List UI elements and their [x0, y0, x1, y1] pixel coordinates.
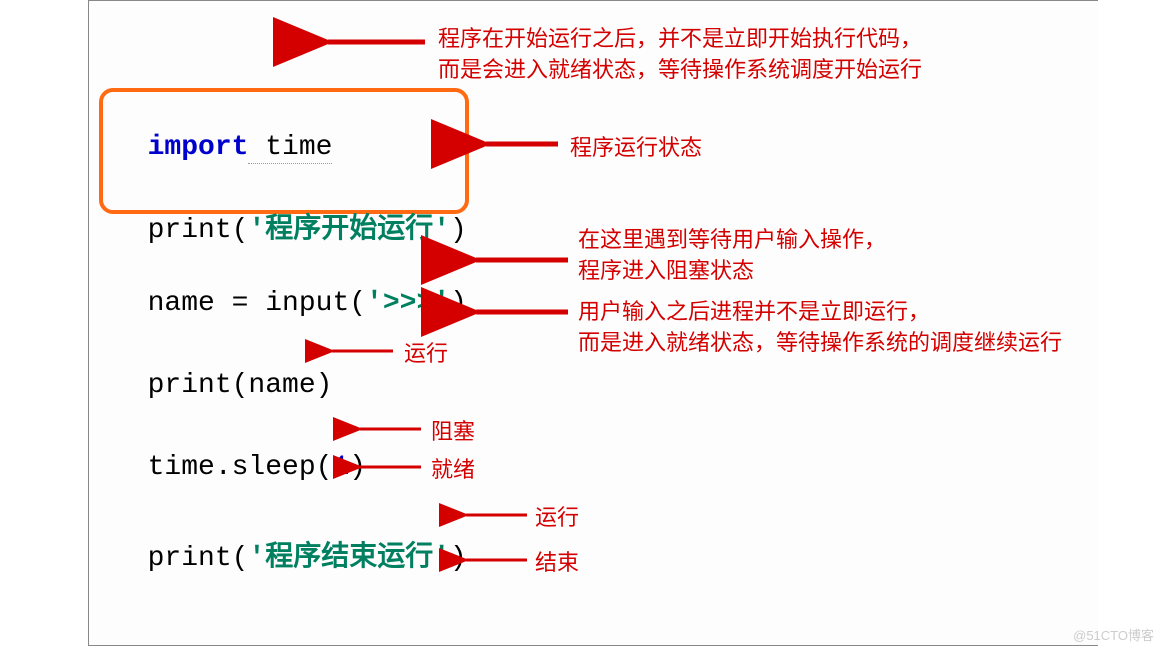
watermark: @51CTO博客 — [1073, 625, 1154, 644]
code-line-6: print('程序结束运行') — [114, 503, 467, 574]
code-line-1: import time — [114, 101, 332, 163]
annot-run: 运行 — [404, 339, 448, 370]
keyword-import: import — [148, 132, 249, 163]
string-literal: '>>>' — [366, 288, 450, 319]
input-call: name = input( — [148, 288, 366, 319]
annot-status: 程序运行状态 — [570, 133, 702, 164]
arrow-block — [346, 419, 426, 439]
code-line-5: time.sleep(1) — [114, 421, 366, 483]
print-name: print(name) — [148, 370, 333, 401]
arrow-top — [310, 30, 430, 54]
annot-top: 程序在开始运行之后，并不是立即开始执行代码， 而是会进入就绪状态，等待操作系统调… — [438, 24, 922, 86]
arrow-after-input — [458, 300, 573, 324]
code-line-3: name = input('>>>') — [114, 257, 467, 319]
code-line-4: print(name) — [114, 339, 332, 401]
arrow-run — [318, 341, 398, 361]
print-call: print( — [148, 543, 249, 574]
arrow-ready — [346, 457, 426, 477]
arrow-end — [452, 550, 532, 570]
annot-run2: 运行 — [535, 503, 579, 534]
arrow-status — [468, 132, 563, 156]
ident-time: time — [248, 132, 332, 164]
string-literal: '程序结束运行' — [248, 543, 450, 574]
code-line-2: print('程序开始运行') — [114, 175, 467, 246]
annot-end: 结束 — [535, 548, 579, 579]
annot-input: 在这里遇到等待用户输入操作， 程序进入阻塞状态 — [578, 225, 886, 287]
arrow-input — [458, 248, 573, 272]
sleep-call: time.sleep( — [148, 452, 333, 483]
string-literal: '程序开始运行' — [248, 215, 450, 246]
annot-block: 阻塞 — [431, 417, 475, 448]
arrow-run2 — [452, 505, 532, 525]
close-paren: ) — [450, 215, 467, 246]
annot-after-input: 用户输入之后进程并不是立即运行， 而是进入就绪状态，等待操作系统的调度继续运行 — [578, 297, 1062, 359]
print-call: print( — [148, 215, 249, 246]
annot-ready: 就绪 — [431, 455, 475, 486]
